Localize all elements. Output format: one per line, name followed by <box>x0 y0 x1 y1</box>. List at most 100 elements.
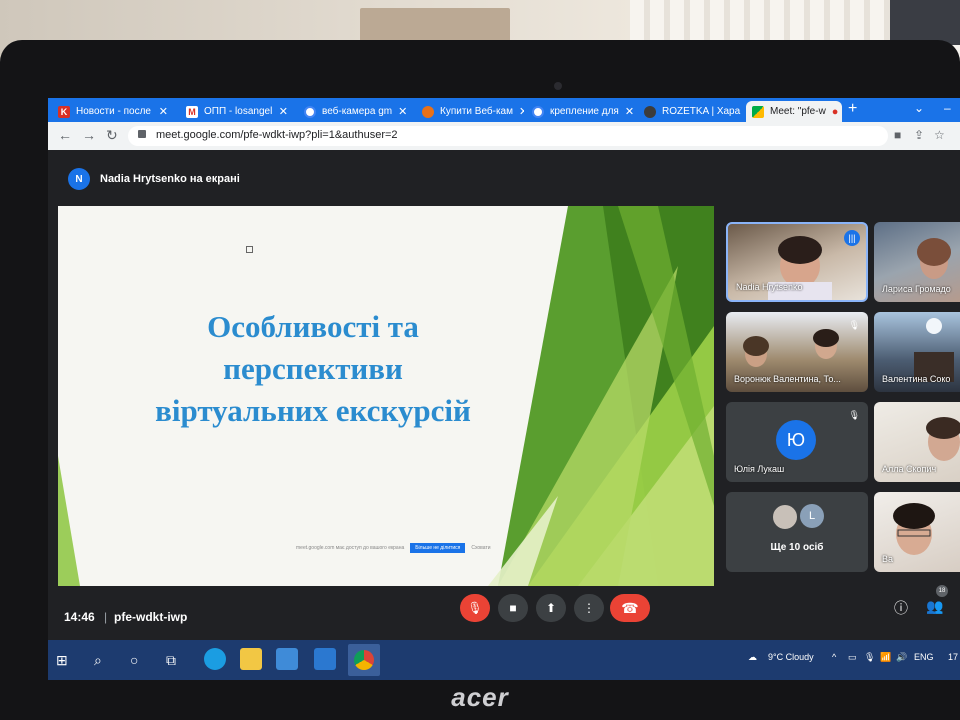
meeting-code: pfe-wdkt-iwp <box>114 610 188 624</box>
share-icon[interactable]: ⇪ <box>914 128 924 142</box>
presenter-label: Nadia Hrytsenko на екрані <box>100 173 240 185</box>
tab-title: ОПП - losangel <box>204 106 273 117</box>
rozetka-icon <box>644 105 656 118</box>
tab-news[interactable]: K Новости - после ✕ <box>52 101 174 122</box>
reload-icon[interactable]: ↻ <box>106 127 118 144</box>
tab-mount-search[interactable]: крепление для ✕ <box>526 101 636 122</box>
edge-icon[interactable] <box>204 648 226 670</box>
address-bar: ← → ↻ meet.google.com/pfe-wdkt-iwp?pli=1… <box>48 122 960 150</box>
camera-toggle-button[interactable]: ■ <box>498 594 528 622</box>
slide-title-line: віртуальних екскурсій <box>155 393 471 428</box>
people-icon[interactable]: 👥 <box>926 598 943 615</box>
slide-title-line: перспективи <box>223 351 403 386</box>
weather-text[interactable]: 9°C Cloudy <box>768 652 814 662</box>
mic-toggle-button[interactable]: 🎙 <box>460 594 490 622</box>
new-tab-button[interactable]: + <box>848 100 857 118</box>
background-monitor <box>890 0 960 45</box>
avatar: Ю <box>776 420 816 460</box>
mic-off-icon: 🎙 <box>848 410 860 420</box>
presentation-slide: Особливості та перспективи віртуальних е… <box>58 206 714 586</box>
url-field[interactable]: meet.google.com/pfe-wdkt-iwp?pli=1&authu… <box>128 126 888 146</box>
weather-icon[interactable]: ☁ <box>748 652 757 663</box>
present-button[interactable]: ⬆ <box>536 594 566 622</box>
tab-gmail[interactable]: M ОПП - losangel ✕ <box>180 101 294 122</box>
tab-title: Новости - после <box>76 106 151 117</box>
tab-buy-webcam[interactable]: Купити Веб-кам ✕ <box>416 101 524 122</box>
store-icon <box>422 105 434 118</box>
close-icon[interactable]: ✕ <box>513 105 524 118</box>
avatar: L <box>800 504 824 528</box>
participant-name: Валентина Соко <box>882 374 951 384</box>
close-icon[interactable]: ✕ <box>273 105 288 118</box>
task-view-icon[interactable]: ⧉ <box>166 652 176 669</box>
hide-button[interactable]: Сховати <box>471 545 490 551</box>
close-icon[interactable]: ✕ <box>392 105 407 118</box>
participant-tile[interactable]: Ю 🎙 Юлія Лукаш <box>726 402 868 482</box>
participant-tile[interactable]: ||| Nadia Hrytsenko <box>726 222 868 302</box>
chevron-up-icon[interactable]: ^ <box>832 652 836 662</box>
chevron-down-icon[interactable]: ⌄ <box>914 101 924 115</box>
participant-tile[interactable]: Лариса Громадо <box>874 222 960 302</box>
participant-tile[interactable]: Алла Скопич <box>874 402 960 482</box>
windows-start-icon[interactable]: ⊞ <box>56 652 68 669</box>
tab-title: крепление для <box>550 106 619 117</box>
back-arrow-icon[interactable]: ← <box>58 127 72 143</box>
tab-rozetka[interactable]: ROZETKA | Хара ✕ <box>638 101 744 122</box>
url-text: meet.google.com/pfe-wdkt-iwp?pli=1&authu… <box>156 129 398 141</box>
language-indicator[interactable]: ENG <box>914 652 934 662</box>
mic-off-icon: 🎙 <box>467 601 483 615</box>
tab-title: веб-камера gm <box>322 106 393 117</box>
more-participants-label: Ще 10 осіб <box>770 542 824 553</box>
camera-indicator-icon[interactable]: ■ <box>894 128 901 142</box>
participant-tile[interactable]: 🎙 Воронюк Валентина, То... <box>726 312 868 392</box>
more-vert-icon: ⋮ <box>583 601 595 615</box>
chrome-icon <box>354 650 374 670</box>
close-icon[interactable]: ✕ <box>619 105 634 118</box>
slide-title: Особливості та перспективи віртуальних е… <box>88 306 538 432</box>
windows-taskbar: ⊞ ⌕ ○ ⧉ ☁ 9°C Cloudy ^ ▭ 🎙 📶 🔊 ENG 17 <box>48 640 960 680</box>
wifi-icon[interactable]: 📶 <box>880 652 891 663</box>
search-icon[interactable]: ⌕ <box>94 652 102 669</box>
laptop-screen: K Новости - после ✕ M ОПП - losangel ✕ в… <box>48 98 960 680</box>
google-icon <box>532 105 544 118</box>
speaker-icon[interactable]: 🔊 <box>896 652 907 663</box>
cortana-icon[interactable]: ○ <box>130 652 138 668</box>
laptop-brand-logo: acer <box>451 682 509 712</box>
more-participants-tile[interactable]: L Ще 10 осіб <box>726 492 868 572</box>
leave-call-button[interactable]: ☎ <box>610 594 650 622</box>
participant-tile[interactable]: Ва <box>874 492 960 572</box>
participant-name: Алла Скопич <box>882 464 937 474</box>
info-icon[interactable]: ⓘ <box>894 598 908 618</box>
tab-webcam-search[interactable]: веб-камера gm ✕ <box>298 101 412 122</box>
more-options-button[interactable]: ⋮ <box>574 594 604 622</box>
gmail-icon: M <box>186 105 198 118</box>
clock[interactable]: 17 <box>948 652 958 662</box>
close-icon[interactable]: ✕ <box>740 105 744 118</box>
store-icon[interactable] <box>276 648 298 670</box>
close-icon[interactable]: ✕ <box>838 105 842 118</box>
kommersant-icon: K <box>58 105 70 118</box>
forward-arrow-icon[interactable]: → <box>82 127 96 143</box>
bookmark-star-icon[interactable]: ☆ <box>934 128 945 142</box>
screen-share-bar: meet.google.com має доступ до вашого екр… <box>296 542 496 554</box>
meeting-time: 14:46 <box>64 610 95 624</box>
participants-count-badge: 18 <box>936 585 948 597</box>
battery-icon[interactable]: ▭ <box>848 652 857 663</box>
stop-sharing-button[interactable]: Більше не ділитися <box>410 543 466 553</box>
tab-meet[interactable]: Meet: "pfe-w ● ✕ <box>746 101 842 122</box>
participant-name: Nadia Hrytsenko <box>736 282 803 292</box>
tab-title: Купити Веб-кам <box>440 106 513 117</box>
separator: | <box>104 610 108 624</box>
mic-off-icon: 🎙 <box>848 320 860 330</box>
participant-name: Воронюк Валентина, То... <box>734 374 841 384</box>
participant-tile[interactable]: Валентина Соко <box>874 312 960 392</box>
meet-icon <box>752 105 764 118</box>
microphone-icon[interactable]: 🎙 <box>864 652 875 663</box>
chrome-taskbar-button[interactable] <box>348 644 380 676</box>
close-icon[interactable]: ✕ <box>153 105 168 118</box>
slide-title-line: Особливості та <box>207 309 419 344</box>
minimize-icon[interactable]: – <box>944 101 951 115</box>
file-explorer-icon[interactable] <box>240 648 262 670</box>
mail-icon[interactable] <box>314 648 336 670</box>
avatar <box>772 504 798 530</box>
